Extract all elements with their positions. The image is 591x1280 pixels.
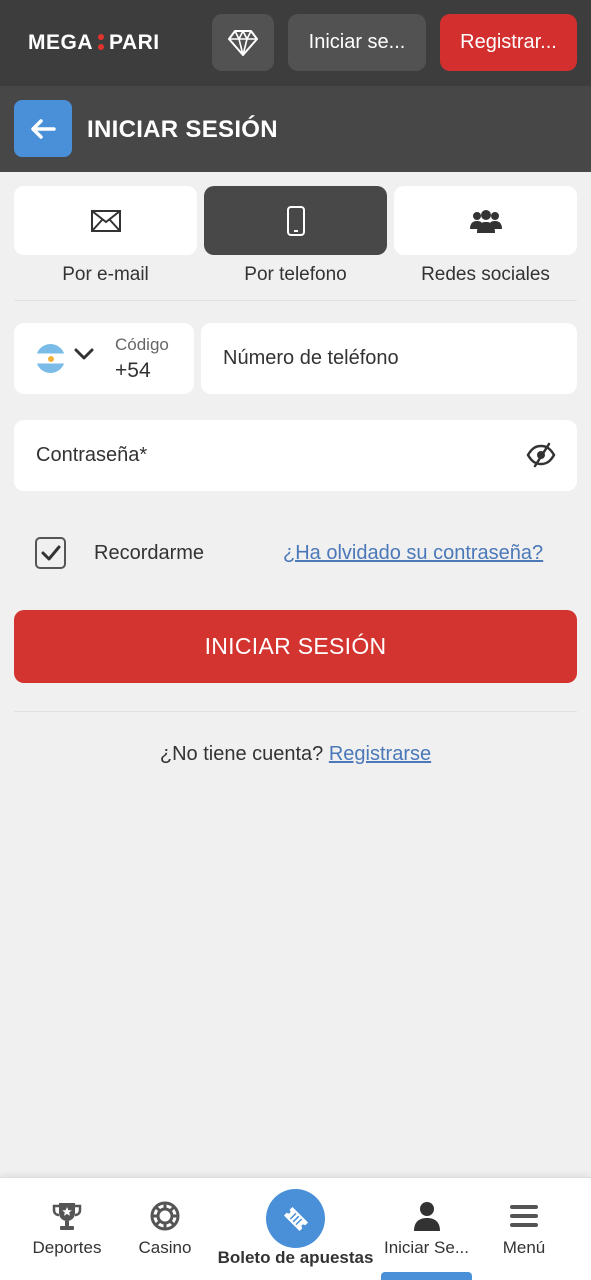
top-bar: MEGA PARI Iniciar se... Registrar... — [0, 0, 591, 86]
forgot-password-link[interactable]: ¿Ha olvidado su contraseña? — [283, 542, 543, 565]
divider — [14, 711, 577, 712]
user-icon — [413, 1202, 440, 1231]
casino-chip-icon — [150, 1201, 180, 1231]
vip-diamond-button[interactable] — [212, 14, 274, 71]
active-tab-indicator — [381, 1272, 472, 1280]
nav-login[interactable]: Iniciar Se... — [378, 1178, 475, 1280]
users-icon — [469, 209, 502, 233]
nav-bet-slip[interactable] — [266, 1189, 325, 1248]
phone-number-input[interactable] — [201, 323, 577, 394]
nav-sports-label: Deportes — [32, 1238, 102, 1257]
register-link[interactable]: Registrarse — [329, 743, 431, 765]
bottom-navigation: Deportes Casino Boleto de apuestas Inici… — [0, 1177, 591, 1280]
code-label: Código — [115, 335, 169, 354]
tab-social[interactable] — [394, 186, 577, 255]
tab-phone-label: Por telefono — [244, 264, 347, 285]
nav-login-label: Iniciar Se... — [383, 1238, 470, 1257]
nav-casino[interactable]: Casino — [122, 1178, 208, 1280]
nav-menu[interactable]: Menú — [484, 1178, 564, 1280]
page-header: INICIAR SESIÓN — [0, 86, 591, 172]
megapari-logo[interactable]: MEGA PARI — [28, 31, 160, 55]
remember-me-label: Recordarme — [94, 542, 205, 564]
chevron-down-icon — [74, 348, 94, 360]
password-field — [14, 420, 577, 491]
tab-phone[interactable] — [204, 186, 387, 255]
no-account-row: ¿No tiene cuenta? Registrarse — [0, 743, 591, 766]
page-title: INICIAR SESIÓN — [87, 116, 278, 143]
nav-sports[interactable]: Deportes — [22, 1178, 112, 1280]
country-code-select[interactable]: Código +54 — [14, 323, 194, 394]
arrow-left-icon — [31, 118, 56, 139]
tab-email-label: Por e-mail — [62, 264, 149, 285]
nav-bet-slip-label: Boleto de apuestas — [217, 1248, 374, 1267]
nav-casino-label: Casino — [138, 1238, 192, 1257]
remember-me-checkbox[interactable] — [35, 537, 66, 569]
code-value: +54 — [115, 359, 151, 382]
checkmark-icon — [41, 545, 60, 561]
divider — [14, 300, 577, 301]
phone-icon — [286, 205, 305, 236]
menu-icon — [510, 1205, 538, 1227]
login-submit-button[interactable]: INICIAR SESIÓN — [14, 610, 577, 683]
tab-email[interactable] — [14, 186, 197, 255]
diamond-icon — [228, 29, 258, 56]
trophy-icon — [52, 1203, 82, 1230]
back-button[interactable] — [14, 100, 72, 157]
ticket-icon — [283, 1206, 308, 1231]
header-login-button[interactable]: Iniciar se... — [288, 14, 426, 71]
header-register-button[interactable]: Registrar... — [440, 14, 577, 71]
logo-dots — [96, 34, 106, 50]
envelope-icon — [90, 209, 121, 232]
eye-slash-icon[interactable] — [526, 442, 556, 468]
nav-menu-label: Menú — [502, 1238, 546, 1257]
password-input[interactable] — [14, 420, 514, 491]
no-account-text: ¿No tiene cuenta? — [159, 743, 324, 765]
argentina-flag-icon — [36, 344, 65, 373]
tab-social-label: Redes sociales — [421, 264, 550, 285]
